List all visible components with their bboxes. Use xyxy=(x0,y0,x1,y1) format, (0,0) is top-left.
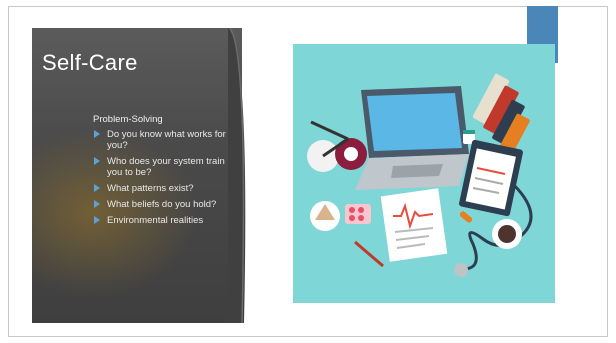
laptop-icon xyxy=(355,86,469,190)
coffee-cup-icon xyxy=(492,219,522,249)
bullet-text: Environmental realities xyxy=(107,215,204,226)
desk-lamp-icon xyxy=(307,120,367,172)
bullet-list: Do you know what works for you? Who does… xyxy=(93,129,228,231)
panel-curve xyxy=(228,28,246,323)
bullet-arrow-icon xyxy=(94,200,100,208)
workspace-illustration xyxy=(293,44,555,303)
pills-icon xyxy=(345,204,371,224)
pen-icon xyxy=(354,240,384,268)
bullet-text: What patterns exist? xyxy=(107,183,194,194)
slide-subheading: Problem-Solving xyxy=(93,114,163,125)
bullet-arrow-icon xyxy=(94,130,100,138)
workspace-illustration-svg xyxy=(307,73,533,277)
bullet-arrow-icon xyxy=(94,184,100,192)
capsule-icon xyxy=(459,211,473,223)
bullet-item: What beliefs do you hold? xyxy=(93,199,228,210)
bullet-text: Who does your system train you to be? xyxy=(107,156,225,178)
bowl-icon xyxy=(310,201,340,231)
bullet-arrow-icon xyxy=(94,157,100,165)
bullet-arrow-icon xyxy=(94,216,100,224)
bullet-text: Do you know what works for you? xyxy=(107,129,226,151)
bullet-item: Who does your system train you to be? xyxy=(93,156,228,178)
medical-document-icon xyxy=(380,188,448,262)
slide-title: Self-Care xyxy=(42,50,138,75)
bullet-item: Environmental realities xyxy=(93,215,228,226)
bullet-text: What beliefs do you hold? xyxy=(107,199,217,210)
bullet-item: What patterns exist? xyxy=(93,183,228,194)
bullet-item: Do you know what works for you? xyxy=(93,129,228,151)
